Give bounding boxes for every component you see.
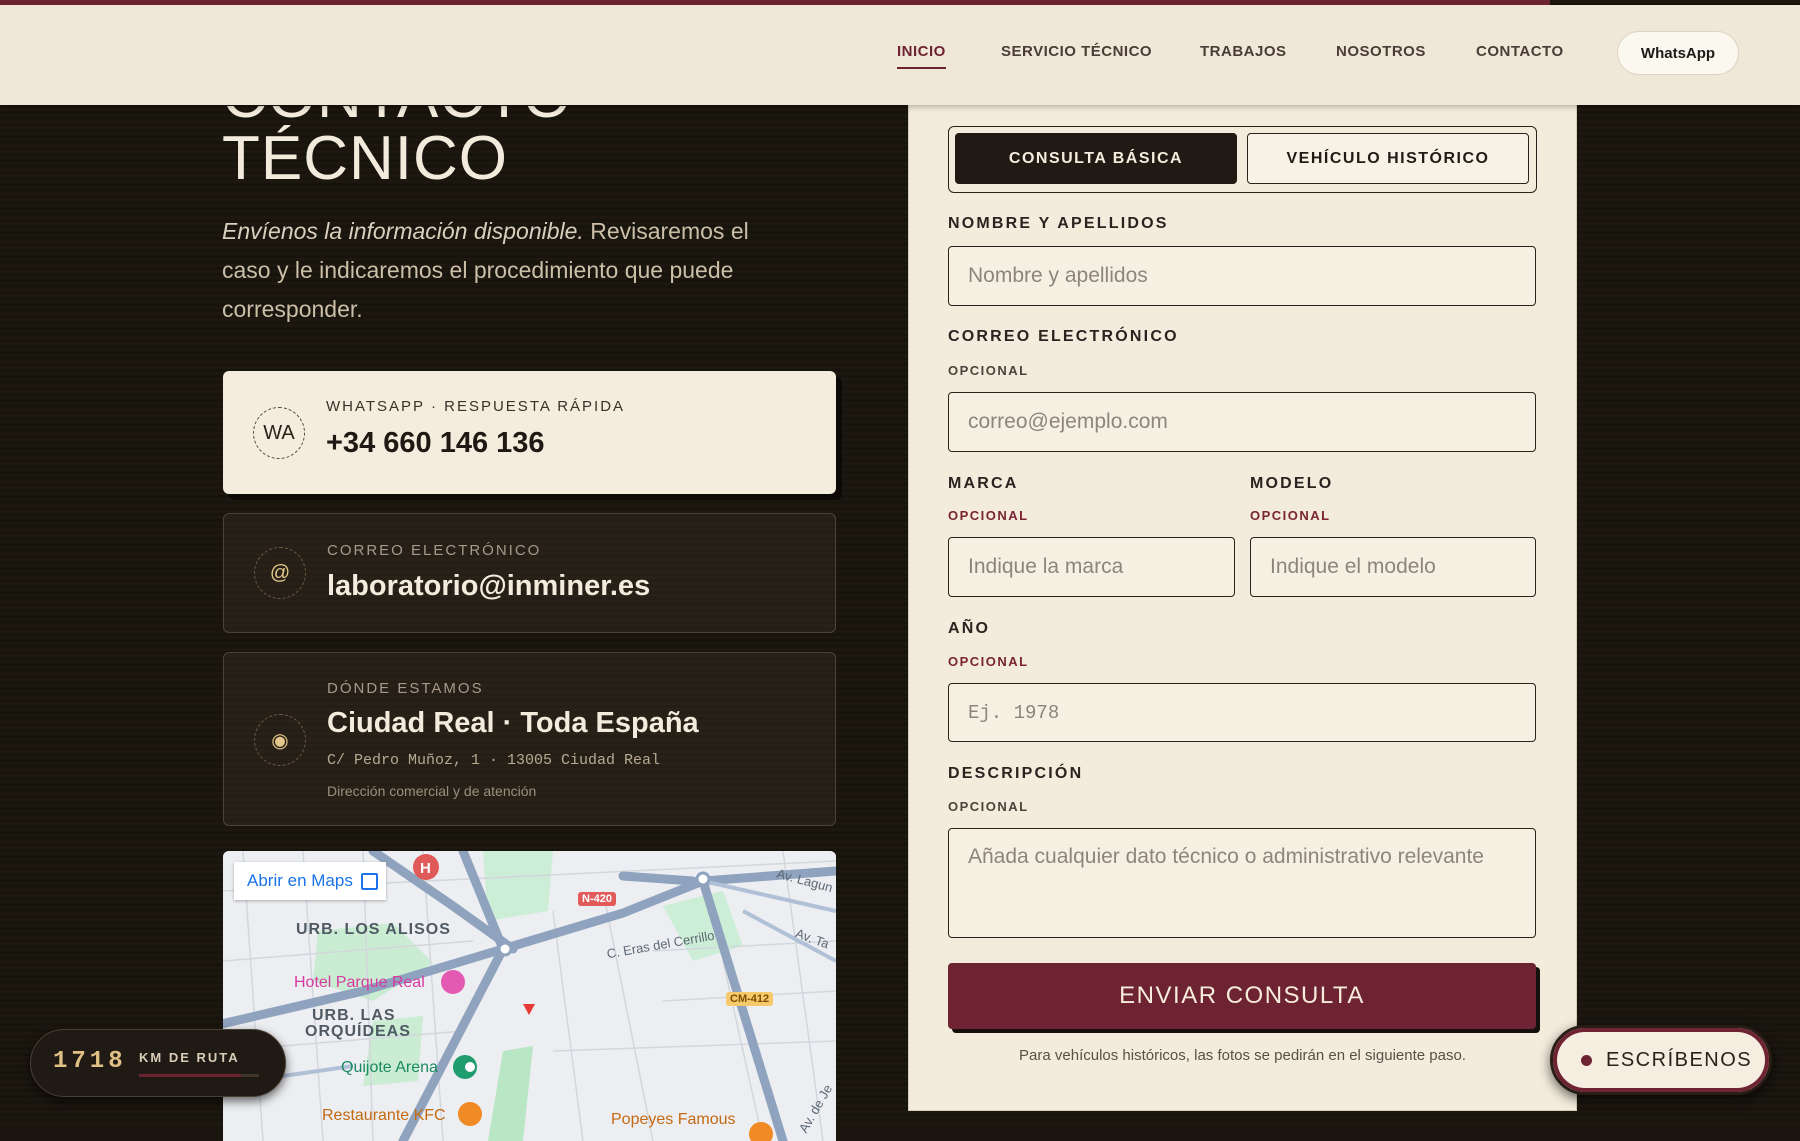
map-poi-arena[interactable]: Quijote Arena <box>341 1059 438 1077</box>
route-progress-fill <box>139 1074 241 1077</box>
form-footnote: Para vehículos históricos, las fotos se … <box>1019 1047 1466 1064</box>
email-address[interactable]: laboratorio@inminer.es <box>327 570 650 603</box>
write-us-button[interactable]: ESCRÍBENOS <box>1550 1025 1772 1095</box>
road-tag-cm412: CM-412 <box>726 992 774 1006</box>
form-type-toggle: CONSULTA BÁSICA VEHÍCULO HISTÓRICO <box>948 126 1537 193</box>
nav-inicio[interactable]: INICIO <box>897 43 946 69</box>
top-accent-bar <box>0 0 1550 5</box>
intro-emphasis: Envíenos la información disponible. <box>222 218 584 244</box>
year-label: AÑO <box>948 620 991 637</box>
email-optional-tag: OPCIONAL <box>948 363 1029 378</box>
road-tag-n420: N-420 <box>578 892 616 906</box>
location-city: Ciudad Real · Toda España <box>327 707 699 739</box>
brand-label: MARCA <box>948 475 1019 492</box>
page-title-line-2: TÉCNICO <box>222 124 508 193</box>
route-km-label: KM DE RUTA <box>139 1050 240 1065</box>
brand-optional-tag: OPCIONAL <box>948 508 1029 523</box>
dot-icon <box>1581 1054 1592 1066</box>
route-progress-bar <box>139 1074 259 1077</box>
model-input[interactable]: Indique el modelo <box>1250 537 1536 597</box>
location-kicker: DÓNDE ESTAMOS <box>327 680 484 697</box>
name-label: NOMBRE Y APELLIDOS <box>948 215 1169 232</box>
whatsapp-kicker: WHATSAPP · RESPUESTA RÁPIDA <box>326 398 626 415</box>
nav-contacto[interactable]: CONTACTO <box>1476 43 1564 60</box>
tab-vehiculo-historico[interactable]: VEHÍCULO HISTÓRICO <box>1247 133 1529 184</box>
map-label-alisos: URB. LOS ALISOS <box>296 921 451 938</box>
open-in-maps-link[interactable]: Abrir en Maps <box>234 862 386 900</box>
year-optional-tag: OPCIONAL <box>948 654 1029 669</box>
route-km-widget: 1718 KM DE RUTA <box>30 1029 286 1097</box>
email-kicker: CORREO ELECTRÓNICO <box>327 542 542 559</box>
map-label-orquideas-1: URB. LAS <box>312 1007 396 1024</box>
description-textarea[interactable]: Añada cualquier dato técnico o administr… <box>948 828 1536 938</box>
map-poi-kfc[interactable]: Restaurante KFC <box>322 1107 446 1125</box>
external-link-icon <box>360 872 378 890</box>
name-input[interactable]: Nombre y apellidos <box>948 246 1536 306</box>
location-address: C/ Pedro Muñoz, 1 · 13005 Ciudad Real <box>327 752 661 769</box>
location-card: ◉ DÓNDE ESTAMOS Ciudad Real · Toda Españ… <box>223 652 836 826</box>
contact-form-panel: CONSULTA BÁSICA VEHÍCULO HISTÓRICO NOMBR… <box>909 105 1576 1110</box>
description-label: DESCRIPCIÓN <box>948 765 1084 782</box>
nav-trabajos[interactable]: TRABAJOS <box>1200 43 1287 60</box>
model-optional-tag: OPCIONAL <box>1250 508 1331 523</box>
model-label: MODELO <box>1250 475 1334 492</box>
description-optional-tag: OPCIONAL <box>948 799 1029 814</box>
intro-text: Envíenos la información disponible. Revi… <box>222 212 802 329</box>
submit-button[interactable]: ENVIAR CONSULTA <box>948 963 1536 1029</box>
year-input[interactable]: Ej. 1978 <box>948 683 1536 742</box>
open-in-maps-label[interactable]: Abrir en Maps <box>247 871 353 891</box>
map-poi-popeyes[interactable]: Popeyes Famous <box>611 1111 736 1129</box>
email-card[interactable]: @ CORREO ELECTRÓNICO laboratorio@inminer… <box>223 513 836 633</box>
whatsapp-phone[interactable]: +34 660 146 136 <box>326 427 545 460</box>
map-poi-hotel[interactable]: Hotel Parque Real <box>294 974 425 992</box>
nav-servicio-tecnico[interactable]: SERVICIO TÉCNICO <box>1001 43 1152 60</box>
map-label-orquideas-2: ORQUÍDEAS <box>305 1023 411 1040</box>
route-km-value: 1718 <box>53 1048 127 1075</box>
location-pin-icon: ◉ <box>254 714 306 766</box>
svg-text:H: H <box>420 860 431 877</box>
email-input[interactable]: correo@ejemplo.com <box>948 392 1536 452</box>
site-header: INICIO SERVICIO TÉCNICO TRABAJOS NOSOTRO… <box>0 5 1800 105</box>
brand-input[interactable]: Indique la marca <box>948 537 1235 597</box>
write-us-label[interactable]: ESCRÍBENOS <box>1606 1049 1752 1072</box>
email-label: CORREO ELECTRÓNICO <box>948 328 1179 345</box>
location-note: Dirección comercial y de atención <box>327 783 537 799</box>
map-embed[interactable]: H Abrir en Maps URB. LOS ALISOS URB. LAS… <box>223 851 836 1141</box>
whatsapp-card[interactable]: WA WHATSAPP · RESPUESTA RÁPIDA +34 660 1… <box>223 371 836 494</box>
whatsapp-button[interactable]: WhatsApp <box>1617 31 1739 75</box>
tab-consulta-basica[interactable]: CONSULTA BÁSICA <box>955 133 1237 184</box>
whatsapp-badge-icon: WA <box>253 407 305 459</box>
nav-nosotros[interactable]: NOSOTROS <box>1336 43 1426 60</box>
at-sign-icon: @ <box>254 547 306 599</box>
